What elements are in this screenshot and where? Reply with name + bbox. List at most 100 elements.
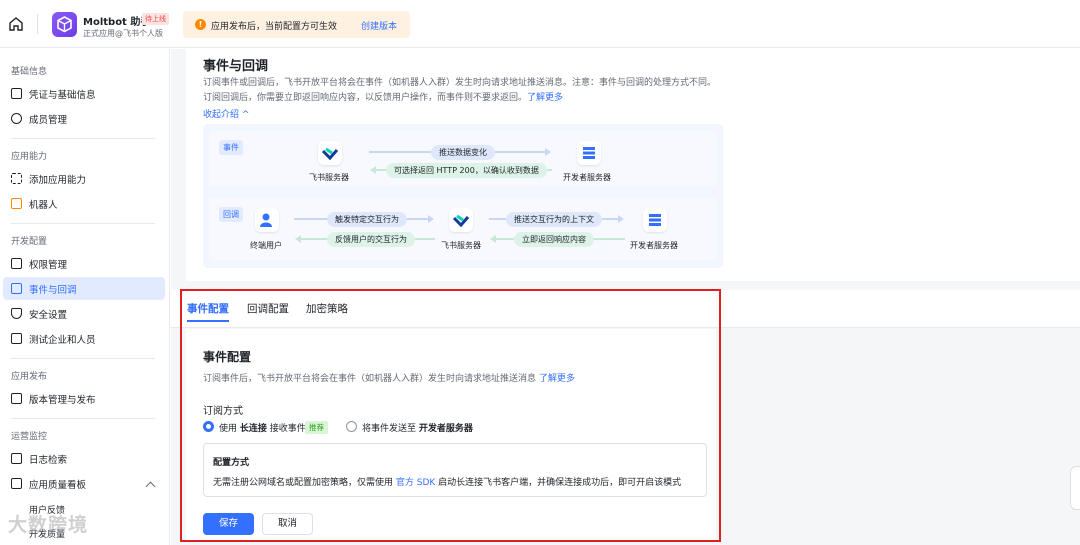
sidebar-item-members[interactable]: 成员管理 [3, 107, 165, 130]
learn-more-link[interactable]: 了解更多 [527, 93, 563, 103]
event-tag: 事件 [219, 140, 243, 155]
event-config-card [186, 329, 716, 541]
server-icon [643, 208, 667, 232]
official-sdk-link[interactable]: 官方 SDK [396, 478, 435, 488]
node-label: 终端用户 [250, 241, 282, 250]
watermark: 大数跨境 [8, 514, 89, 536]
callback-lane: 回调 终端用户 触发特定交互行为 反馈用户的交互行为 飞书服务器 推送交互行为的… [209, 198, 717, 260]
section-title: 事件配置 [203, 350, 252, 364]
sidebar-item-quality-dashboard[interactable]: 应用质量看板 [3, 472, 165, 495]
robot-icon [11, 198, 22, 209]
sidebar-item-add-capability[interactable]: 添加应用能力 [3, 167, 165, 190]
arrow-head [370, 166, 376, 174]
sidebar-item-label: 应用质量看板 [29, 480, 87, 491]
sidebar-item-credentials[interactable]: 凭证与基础信息 [3, 82, 165, 105]
chevron-up-icon: ^ [241, 110, 250, 120]
flow-diagram: 事件 飞书服务器 推送数据变化 可选择返回 HTTP 200，以确认收到数据 开… [203, 124, 723, 268]
feishu-server-icon [318, 141, 342, 165]
warning-icon: ! [195, 19, 206, 30]
log-search-icon [11, 453, 22, 464]
config-tabs: 事件配置 回调配置 加密策略 [171, 290, 1080, 328]
divider [11, 418, 155, 419]
collapse-intro-button[interactable]: 收起介绍 ^ [203, 107, 249, 120]
subscription-label: 订阅方式 [203, 406, 243, 417]
learn-more-link[interactable]: 了解更多 [539, 374, 575, 384]
page-title: 事件与回调 [203, 59, 269, 74]
top-bar: Moltbot 助手 待上线 正式应用@飞书个人版 ! 应用发布后，当前配置方可… [0, 0, 1080, 48]
node-label: 开发者服务器 [630, 241, 678, 250]
app-logo-icon [52, 12, 77, 37]
arrow-head [428, 215, 434, 223]
event-icon [11, 283, 22, 294]
node-label: 飞书服务器 [309, 173, 349, 182]
arrow-label: 推送数据变化 [431, 145, 495, 160]
user-icon [11, 113, 22, 124]
divider [11, 138, 155, 139]
sidebar-item-label: 安全设置 [29, 310, 68, 321]
sidebar-item-label: 测试企业和人员 [29, 335, 96, 346]
cancel-button[interactable]: 取消 [262, 513, 313, 535]
radio-label[interactable]: 将事件发送至 开发者服务器 [362, 421, 473, 434]
save-button[interactable]: 保存 [203, 513, 254, 535]
notice-text: 应用发布后，当前配置方可生效 [211, 22, 338, 32]
sidebar-item-test-tenants[interactable]: 测试企业和人员 [3, 327, 165, 350]
app-name: Moltbot 助手 [83, 17, 151, 28]
arrow-label: 可选择返回 HTTP 200，以确认收到数据 [386, 163, 547, 178]
tab-callback-config[interactable]: 回调配置 [247, 301, 289, 316]
arrow-head [295, 235, 301, 243]
arrow-head [618, 215, 624, 223]
lock-icon [11, 258, 22, 269]
chart-icon [11, 478, 22, 489]
intro-description: 订阅事件或回调后，飞书开放平台将会在事件（如机器人入群）发生时向请求地址推送消息… [203, 78, 717, 103]
mode-description: 无需注册公网域名或配置加密策略，仅需使用 官方 SDK 启动长连接飞书客户端，并… [213, 478, 682, 488]
sidebar-item-label: 成员管理 [29, 115, 68, 126]
callback-tag: 回调 [219, 207, 243, 222]
arrow-label: 立即返回响应内容 [514, 232, 594, 247]
sidebar-item-label: 添加应用能力 [29, 175, 87, 186]
sidebar-item-label: 版本管理与发布 [29, 395, 96, 406]
divider [11, 223, 155, 224]
sidebar-item-versions[interactable]: 版本管理与发布 [3, 387, 165, 410]
section-description: 订阅事件后，飞书开放平台将会在事件（如机器人入群）发生时向请求地址推送消息 了解… [203, 374, 575, 384]
divider [37, 14, 38, 34]
sidebar-item-label: 日志检索 [29, 455, 68, 466]
arrow-label: 触发特定交互行为 [327, 212, 407, 227]
feishu-server-icon [449, 208, 473, 232]
sidebar-item-events-callbacks[interactable]: 事件与回调 [3, 277, 165, 300]
sidebar-item-permissions[interactable]: 权限管理 [3, 252, 165, 275]
code-icon [11, 333, 22, 344]
home-icon[interactable] [8, 16, 24, 32]
publish-notice: ! 应用发布后，当前配置方可生效 创建版本 [183, 11, 410, 38]
sidebar-item-bot[interactable]: 机器人 [3, 192, 165, 215]
sidebar-item-label: 事件与回调 [29, 285, 77, 296]
sidebar-section-title: 应用发布 [11, 372, 48, 382]
arrow-head [545, 148, 551, 156]
radio-long-connection[interactable] [203, 421, 214, 432]
mode-title: 配置方式 [213, 458, 250, 468]
event-lane: 事件 飞书服务器 推送数据变化 可选择返回 HTTP 200，以确认收到数据 开… [209, 131, 717, 186]
sidebar-section-title: 基础信息 [11, 67, 48, 77]
sidebar-item-security[interactable]: 安全设置 [3, 302, 165, 325]
server-icon [577, 141, 601, 165]
arrow-label: 反馈用户的交互行为 [327, 232, 415, 247]
status-badge: 待上线 [142, 13, 169, 25]
tab-encryption[interactable]: 加密策略 [306, 301, 348, 316]
create-version-link[interactable]: 创建版本 [361, 19, 397, 32]
floating-helper-button[interactable] [1070, 466, 1080, 510]
radio-dev-server[interactable] [346, 421, 357, 432]
sidebar-item-label: 机器人 [29, 200, 58, 211]
active-tab-indicator [187, 320, 229, 322]
sidebar-section-title: 运营监控 [11, 432, 48, 442]
mode-info-box [203, 443, 707, 497]
sidebar-section-title: 开发配置 [11, 237, 48, 247]
radio-label[interactable]: 使用 长连接 接收事件 [219, 421, 306, 434]
sidebar-item-label: 权限管理 [29, 260, 68, 271]
sidebar-item-label: 凭证与基础信息 [29, 90, 96, 101]
node-label: 飞书服务器 [441, 241, 481, 250]
app-subtitle: 正式应用@飞书个人版 [83, 29, 163, 38]
user-icon [255, 208, 279, 232]
tab-event-config[interactable]: 事件配置 [187, 301, 229, 316]
divider [11, 358, 155, 359]
sidebar-item-logs[interactable]: 日志检索 [3, 447, 165, 470]
upload-icon [11, 393, 22, 404]
